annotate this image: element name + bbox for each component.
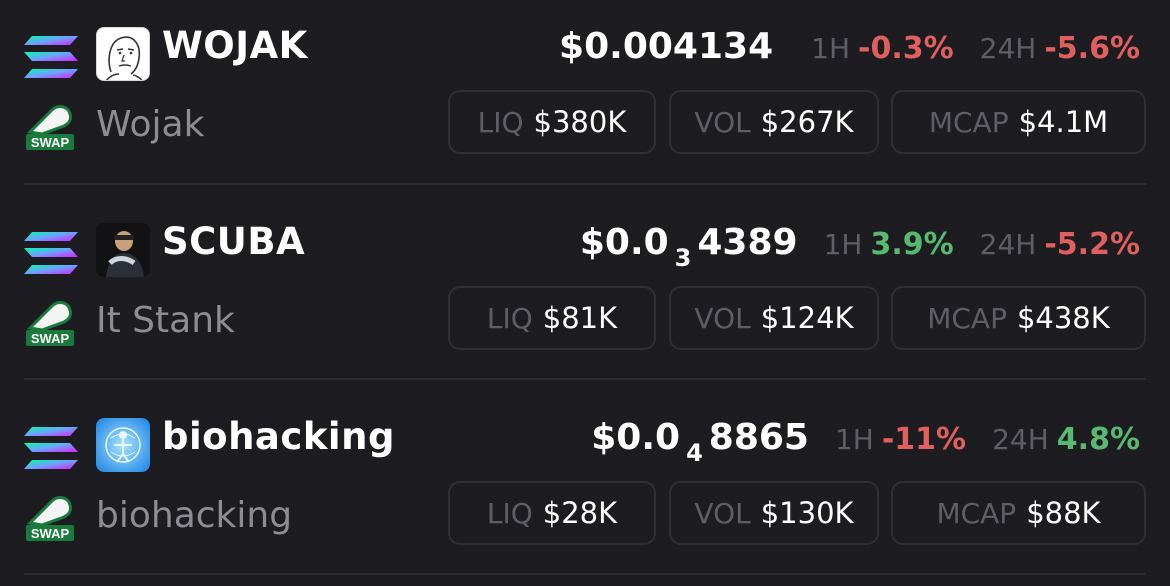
- change-24h-label: 24H: [992, 423, 1049, 456]
- row-divider: [24, 573, 1146, 575]
- liq-label: LIQ: [486, 301, 533, 335]
- volume-pill: VOL $267K: [669, 90, 879, 154]
- change-1h-label: 1H: [811, 32, 850, 65]
- token-price: $0.0 3 4389: [579, 222, 798, 272]
- vol-value: $267K: [760, 105, 854, 139]
- market-cap-pill: MCAP $438K: [891, 286, 1146, 350]
- liq-value: $28K: [542, 496, 618, 530]
- token-row[interactable]: SCUBA SWAP It Stank $0.0 3 4389 1H 3.9% 24…: [0, 196, 1170, 386]
- svg-text:SWAP: SWAP: [31, 135, 70, 150]
- change-1h-value: -0.3%: [858, 31, 954, 66]
- svg-text:SWAP: SWAP: [31, 331, 70, 346]
- vol-label: VOL: [694, 301, 751, 335]
- change-1h-value: 3.9%: [870, 227, 954, 262]
- liquidity-pill: LIQ $380K: [448, 90, 656, 154]
- vol-value: $124K: [760, 301, 854, 335]
- change-24h-value: 4.8%: [1056, 422, 1140, 457]
- row-divider: [24, 378, 1146, 380]
- wojak-avatar-icon: [96, 27, 150, 81]
- change-1h-label: 1H: [834, 423, 874, 456]
- change-1h-label: 1H: [823, 228, 863, 261]
- mcap-value: $88K: [1026, 496, 1101, 530]
- mcap-value: $438K: [1016, 301, 1110, 335]
- token-name: biohacking: [96, 495, 293, 536]
- token-symbol: biohacking: [162, 415, 395, 458]
- liq-label: LIQ: [477, 105, 524, 139]
- token-price: $0.004134: [559, 26, 774, 67]
- liquidity-pill: LIQ $28K: [448, 481, 656, 545]
- solana-icon: [24, 36, 78, 78]
- market-cap-pill: MCAP $4.1M: [891, 90, 1146, 154]
- biohacking-avatar-icon: [96, 418, 150, 472]
- change-24h-value: -5.2%: [1044, 227, 1140, 262]
- volume-pill: VOL $124K: [669, 286, 879, 350]
- token-row[interactable]: WOJAK SWAP Wojak $0.004134 1H -0.3% 24H …: [0, 0, 1170, 190]
- change-1h-value: -11%: [881, 422, 967, 457]
- token-price: $0.0 4 8865: [591, 417, 809, 467]
- solana-icon: [24, 427, 78, 469]
- vol-label: VOL: [694, 496, 751, 530]
- mcap-label: MCAP: [927, 301, 1007, 335]
- swap-icon[interactable]: SWAP: [24, 300, 76, 348]
- swap-icon[interactable]: SWAP: [24, 104, 76, 152]
- liq-value: $81K: [542, 301, 618, 335]
- token-row[interactable]: biohacking SWAP biohacking $0.0 4 8865 1H …: [0, 391, 1170, 581]
- price-line: $0.004134 1H -0.3% 24H -5.6%: [559, 26, 1140, 67]
- mcap-label: MCAP: [936, 496, 1017, 530]
- vol-label: VOL: [694, 105, 751, 139]
- price-line: $0.0 4 8865 1H -11% 24H 4.8%: [591, 417, 1140, 467]
- market-cap-pill: MCAP $88K: [891, 481, 1146, 545]
- change-24h-value: -5.6%: [1044, 31, 1140, 66]
- volume-pill: VOL $130K: [669, 481, 879, 545]
- scuba-avatar-icon: [96, 223, 150, 277]
- solana-icon: [24, 232, 78, 274]
- token-name: Wojak: [96, 104, 205, 145]
- svg-text:SWAP: SWAP: [31, 526, 70, 541]
- mcap-value: $4.1M: [1018, 105, 1109, 139]
- token-symbol: SCUBA: [162, 220, 306, 263]
- price-line: $0.0 3 4389 1H 3.9% 24H -5.2%: [579, 222, 1140, 272]
- swap-icon[interactable]: SWAP: [24, 495, 76, 543]
- change-24h-label: 24H: [979, 228, 1037, 261]
- liquidity-pill: LIQ $81K: [448, 286, 656, 350]
- mcap-label: MCAP: [928, 105, 1009, 139]
- liq-label: LIQ: [486, 496, 533, 530]
- change-24h-label: 24H: [979, 32, 1037, 65]
- token-symbol: WOJAK: [162, 24, 308, 67]
- token-name: It Stank: [96, 300, 235, 341]
- row-divider: [24, 183, 1146, 185]
- liq-value: $380K: [533, 105, 627, 139]
- token-list: WOJAK SWAP Wojak $0.004134 1H -0.3% 24H …: [0, 0, 1170, 586]
- vol-value: $130K: [760, 496, 854, 530]
